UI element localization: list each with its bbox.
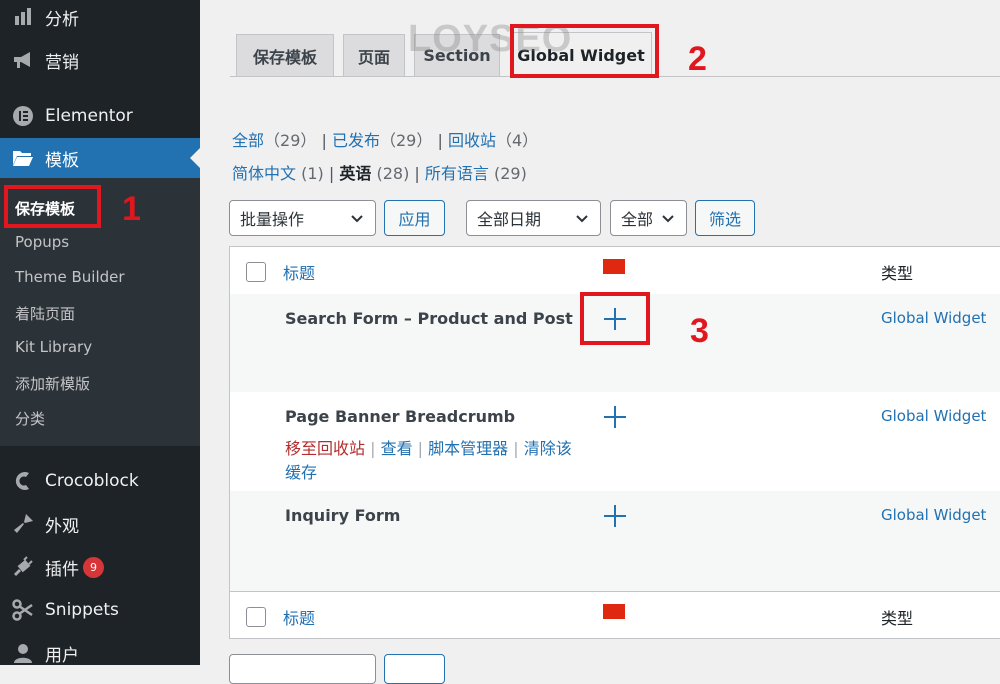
status-published-count: （29） [379,131,433,150]
menu-label: 用户 [45,645,79,666]
separator: | [414,164,420,183]
annotation-number-3: 3 [690,312,709,350]
row-actions: 移至回收站 | 查看 | 脚本管理器 | 清除该缓存 [285,439,572,482]
chinese-flag-icon [603,259,625,274]
move-to-trash-link[interactable]: 移至回收站 [285,439,365,458]
submenu-theme-builder[interactable]: Theme Builder [15,268,125,286]
language-filter-links: 简体中文 (1) | 英语 (28) | 所有语言 (29) [232,160,527,184]
apply-button-bottom[interactable] [384,654,445,684]
apply-button[interactable]: 应用 [384,200,445,236]
menu-label: Snippets [45,600,119,620]
folder-icon [10,149,36,167]
user-icon [10,643,36,663]
row-type[interactable]: Global Widget [881,506,986,524]
bar-chart-icon [10,8,36,26]
update-count-badge: 9 [83,556,104,578]
annotation-number-1: 1 [122,190,141,228]
menu-item-crocoblock[interactable]: Crocoblock [0,461,200,501]
column-type-header: 类型 [881,264,914,283]
menu-item-templates[interactable]: 模板 [0,138,200,178]
lang-all-link[interactable]: 所有语言 [425,164,489,183]
lang-en-count: (28) [376,164,410,183]
table-row: Page Banner Breadcrumb 移至回收站 | 查看 | 脚本管理… [230,392,1000,491]
menu-item-plugins[interactable]: 插件 9 [0,547,200,587]
separator: | [321,131,332,150]
chevron-down-icon [351,215,363,223]
submenu-kit-library[interactable]: Kit Library [15,338,92,356]
menu-item-marketing[interactable]: 营销 [0,40,200,80]
column-type-footer: 类型 [881,609,914,628]
submenu-categories[interactable]: 分类 [15,408,45,429]
status-all-count: （29） [264,131,317,150]
status-published-link[interactable]: 已发布 [332,131,380,150]
date-filter-select[interactable]: 全部日期 [466,200,601,236]
add-translation-plus-icon[interactable] [604,406,626,428]
admin-sidebar: 分析 营销 Elementor 模板 保存模板 Popups Theme Bui… [0,0,200,666]
menu-item-snippets[interactable]: Snippets [0,590,200,630]
scissors-icon [10,599,36,621]
tab-saved-templates[interactable]: 保存模板 [236,34,334,76]
script-manager-link[interactable]: 脚本管理器 [428,439,508,458]
table-row: Inquiry Form Global Widget [230,491,1000,591]
annotation-box-1 [4,185,101,228]
status-filter-links: 全部（29） | 已发布（29） | 回收站（4） [232,127,538,151]
bulk-actions-value: 批量操作 [240,210,305,229]
lang-zh-count: (1) [301,164,324,183]
lang-zh-link[interactable]: 简体中文 [232,164,296,183]
menu-label: 外观 [45,516,79,537]
crocoblock-icon [10,470,36,492]
active-arrow [190,148,200,168]
table-footer: 标题 类型 [230,591,1000,639]
menu-label: Elementor [45,106,133,126]
row-type[interactable]: Global Widget [881,309,986,327]
submenu-landing-pages[interactable]: 着陆页面 [15,303,75,324]
menu-item-users[interactable]: 用户 [0,633,200,673]
menu-item-analytics[interactable]: 分析 [0,0,200,37]
separator: | [437,131,448,150]
chevron-down-icon [576,215,588,223]
menu-label: 插件 [45,559,79,580]
plugin-icon [10,556,36,578]
menu-label: 模板 [45,150,79,171]
filter-button[interactable]: 筛选 [695,200,755,236]
elementor-icon [10,105,36,127]
separator: | [328,164,335,183]
chevron-down-icon [662,215,674,223]
annotation-box-2 [510,24,659,78]
status-trash-count: （4） [495,131,539,150]
menu-item-elementor[interactable]: Elementor [0,96,200,136]
select-all-checkbox-footer[interactable] [246,607,266,627]
view-link[interactable]: 查看 [381,439,413,458]
bulk-actions-select[interactable]: 批量操作 [229,200,376,236]
submenu-popups[interactable]: Popups [15,233,69,251]
select-all-checkbox[interactable] [246,262,266,282]
menu-item-appearance[interactable]: 外观 [0,504,200,544]
row-type[interactable]: Global Widget [881,407,986,425]
bulk-actions-select-bottom[interactable] [229,654,376,684]
add-translation-plus-icon[interactable] [604,505,626,527]
brush-icon [10,513,36,535]
date-filter-value: 全部日期 [477,210,542,229]
status-trash-link[interactable]: 回收站 [448,131,496,150]
row-title[interactable]: Page Banner Breadcrumb [285,407,515,426]
column-title-header[interactable]: 标题 [283,260,315,284]
lang-all-count: (29) [494,164,527,183]
menu-label: 分析 [45,9,79,30]
menu-label: 营销 [45,52,79,73]
annotation-box-3 [580,292,650,345]
column-title-footer[interactable]: 标题 [283,605,315,629]
lang-en-current[interactable]: 英语 [339,164,371,183]
row-title[interactable]: Search Form – Product and Post [285,309,573,328]
chinese-flag-icon [603,604,625,619]
type-filter-select[interactable]: 全部 [610,200,687,236]
status-all-link[interactable]: 全部 [232,131,264,150]
tab-pages[interactable]: 页面 [343,34,405,76]
row-title[interactable]: Inquiry Form [285,506,400,525]
menu-label: Crocoblock [45,471,139,491]
annotation-number-2: 2 [688,40,707,78]
megaphone-icon [10,50,36,70]
submenu-add-new[interactable]: 添加新模版 [15,373,90,394]
type-filter-value: 全部 [621,210,654,229]
table-header: 标题 类型 [230,247,1000,295]
